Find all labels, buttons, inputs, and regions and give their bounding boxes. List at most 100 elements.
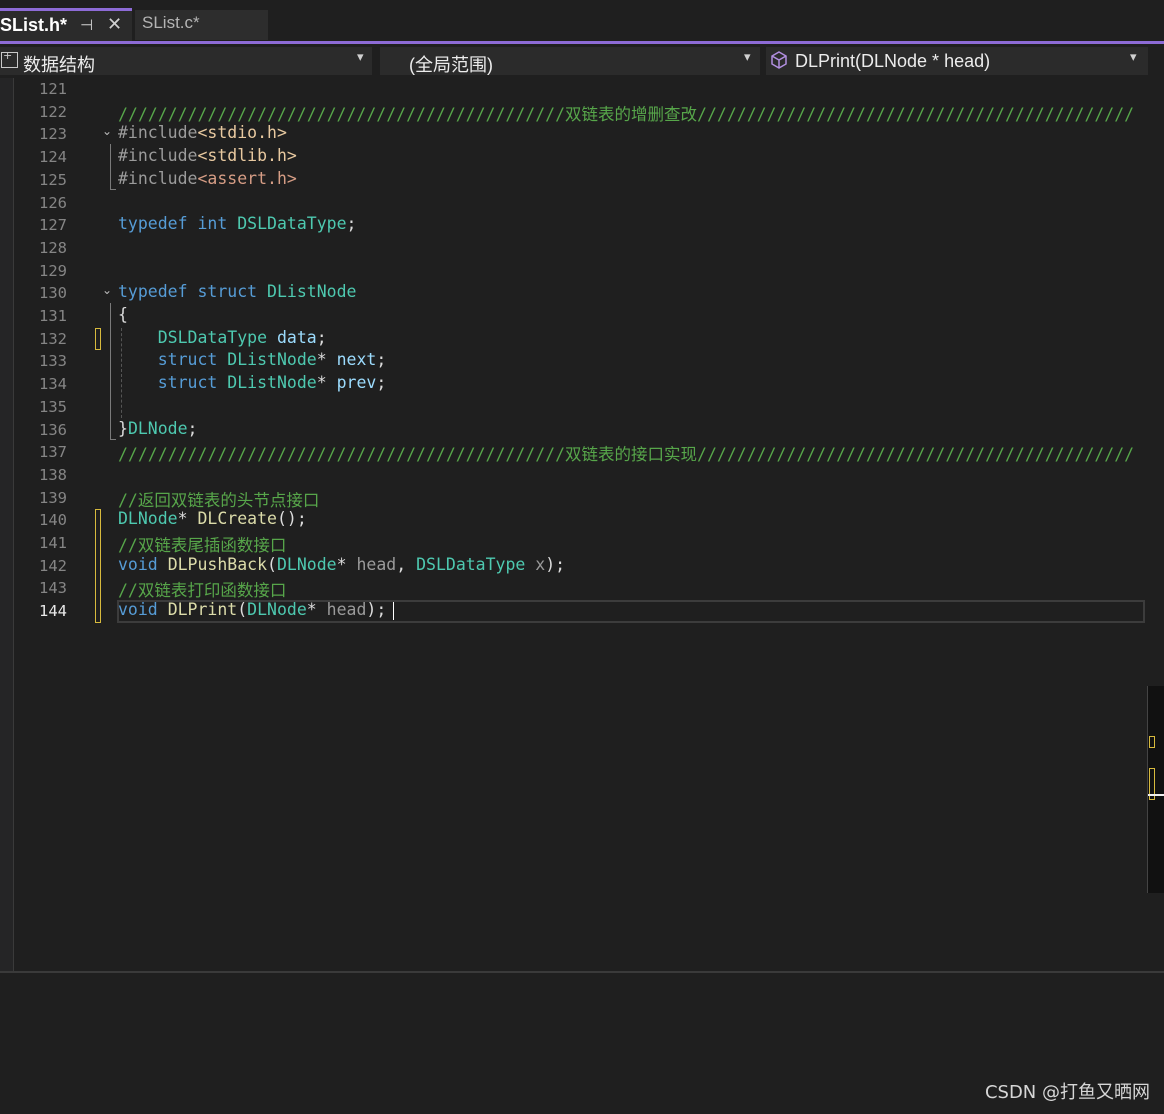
fold-toggle-icon[interactable]: ⌄ — [102, 283, 112, 297]
text-cursor — [393, 602, 394, 620]
code-token: DLNode — [127, 418, 188, 438]
line-number: 141 — [39, 534, 67, 552]
bottom-panel: CSDN @打鱼又晒网 — [0, 971, 1164, 1114]
code-token: DListNode — [267, 282, 357, 302]
code-token: ; — [376, 350, 387, 370]
line-number: 123 — [39, 125, 67, 144]
line-number: 138 — [39, 465, 67, 484]
code-token: void — [118, 554, 158, 574]
code-token: DLPrint — [167, 600, 238, 620]
line-number: 136 — [39, 420, 67, 439]
code-token: int — [197, 214, 228, 234]
code-token: DLPushBack — [167, 554, 268, 574]
code-line[interactable]: #include<assert.h> — [118, 169, 297, 192]
method-cube-icon — [771, 51, 787, 69]
overview-caret-position — [1148, 794, 1164, 796]
code-token: ; — [346, 214, 357, 234]
line-number: 131 — [39, 307, 67, 325]
line-number: 133 — [39, 352, 67, 371]
code-line[interactable]: typedef int DSLDataType; — [118, 214, 356, 237]
code-token: ; — [316, 327, 327, 347]
code-token: head — [326, 600, 367, 620]
code-token: ); — [545, 554, 566, 574]
code-token: <assert.h> — [197, 168, 297, 188]
code-token: //返回双链表的头节点接口 — [118, 490, 320, 510]
chevron-down-icon: ▾ — [357, 50, 364, 65]
code-token: #include — [118, 146, 198, 166]
change-marker — [95, 328, 101, 350]
code-line[interactable]: struct DListNode* prev; — [118, 373, 387, 396]
code-token: //双链表打印函数接口 — [118, 581, 287, 601]
tab-slist-c[interactable]: SList.c* — [135, 10, 268, 40]
code-token: ( — [237, 600, 248, 620]
code-token: typedef — [118, 214, 188, 234]
code-token: DSLDataType — [237, 214, 347, 234]
code-line[interactable]: //返回双链表的头节点接口 — [118, 487, 319, 510]
fold-region-line — [110, 144, 111, 189]
project-icon — [1, 49, 18, 68]
pin-icon[interactable]: ⊣ — [80, 16, 93, 34]
code-token: ; — [187, 418, 198, 438]
code-token: ////////////////////////////////////////… — [118, 104, 1135, 124]
chevron-down-icon: ▾ — [1130, 50, 1137, 65]
code-line[interactable]: }DLNode; — [118, 419, 197, 442]
code-token: struct — [157, 373, 218, 393]
code-line[interactable]: //双链表打印函数接口 — [118, 577, 286, 600]
line-number: 139 — [39, 488, 67, 507]
tab-slist-h[interactable]: SList.h* ⊣ ✕ — [0, 8, 132, 42]
line-number: 127 — [39, 216, 67, 235]
code-token: <stdlib.h> — [197, 146, 297, 166]
code-token: DLCreate — [197, 509, 277, 529]
code-token: prev — [336, 373, 377, 393]
scope-dropdown[interactable]: (全局范围) ▾ — [380, 47, 760, 75]
code-line[interactable]: //双链表尾插函数接口 — [118, 532, 286, 555]
code-line[interactable]: ////////////////////////////////////////… — [118, 101, 1134, 124]
chevron-down-icon: ▾ — [744, 50, 751, 65]
code-token: * — [336, 554, 357, 574]
member-dropdown[interactable]: DLPrint(DLNode * head) ▾ — [766, 47, 1148, 75]
code-token: data — [276, 327, 317, 347]
code-line[interactable]: void DLPushBack(DLNode* head, DSLDataTyp… — [118, 555, 565, 578]
tab-slist-c-label: SList.c* — [142, 13, 200, 32]
code-token: ////////////////////////////////////////… — [118, 445, 1135, 465]
project-dropdown[interactable]: 数据结构 ▾ — [0, 47, 372, 75]
line-number: 121 — [39, 80, 67, 98]
code-token: //双链表尾插函数接口 — [118, 536, 287, 555]
line-number: 140 — [39, 511, 67, 530]
code-line[interactable]: DSLDataType data; — [118, 328, 327, 351]
code-token: DLNode — [118, 509, 178, 529]
code-token: (); — [276, 509, 307, 529]
vertical-scrollbar-map[interactable] — [1147, 686, 1164, 893]
code-area[interactable]: ////////////////////////////////////////… — [118, 78, 1148, 627]
code-line[interactable]: struct DListNode* next; — [118, 350, 387, 373]
tab-slist-h-label: SList.h* — [0, 15, 68, 35]
code-line[interactable]: typedef struct DListNode — [118, 282, 356, 305]
code-token: DSLDataType — [157, 327, 268, 347]
code-token: ; — [376, 373, 387, 393]
code-line[interactable]: { — [118, 305, 128, 328]
code-token: DLNode — [247, 600, 307, 620]
code-token: struct — [197, 282, 258, 302]
code-token: * — [316, 373, 337, 393]
line-number: 144 — [39, 602, 67, 621]
code-token: DLNode — [276, 554, 337, 574]
close-icon[interactable]: ✕ — [107, 14, 122, 35]
code-line[interactable]: DLNode* DLCreate(); — [118, 509, 307, 532]
code-line[interactable]: #include<stdlib.h> — [118, 146, 297, 169]
code-line[interactable]: void DLPrint(DLNode* head); — [118, 600, 386, 623]
code-editor[interactable]: 121 122 123 124 125 126 127 128 129 130 131 132 133 1… — [0, 78, 1164, 971]
line-number: 128 — [39, 238, 67, 257]
code-token: * — [306, 600, 327, 620]
code-line[interactable]: ////////////////////////////////////////… — [118, 441, 1134, 464]
fold-toggle-icon[interactable]: ⌄ — [102, 124, 112, 138]
code-line[interactable]: #include<stdio.h> — [118, 123, 287, 146]
